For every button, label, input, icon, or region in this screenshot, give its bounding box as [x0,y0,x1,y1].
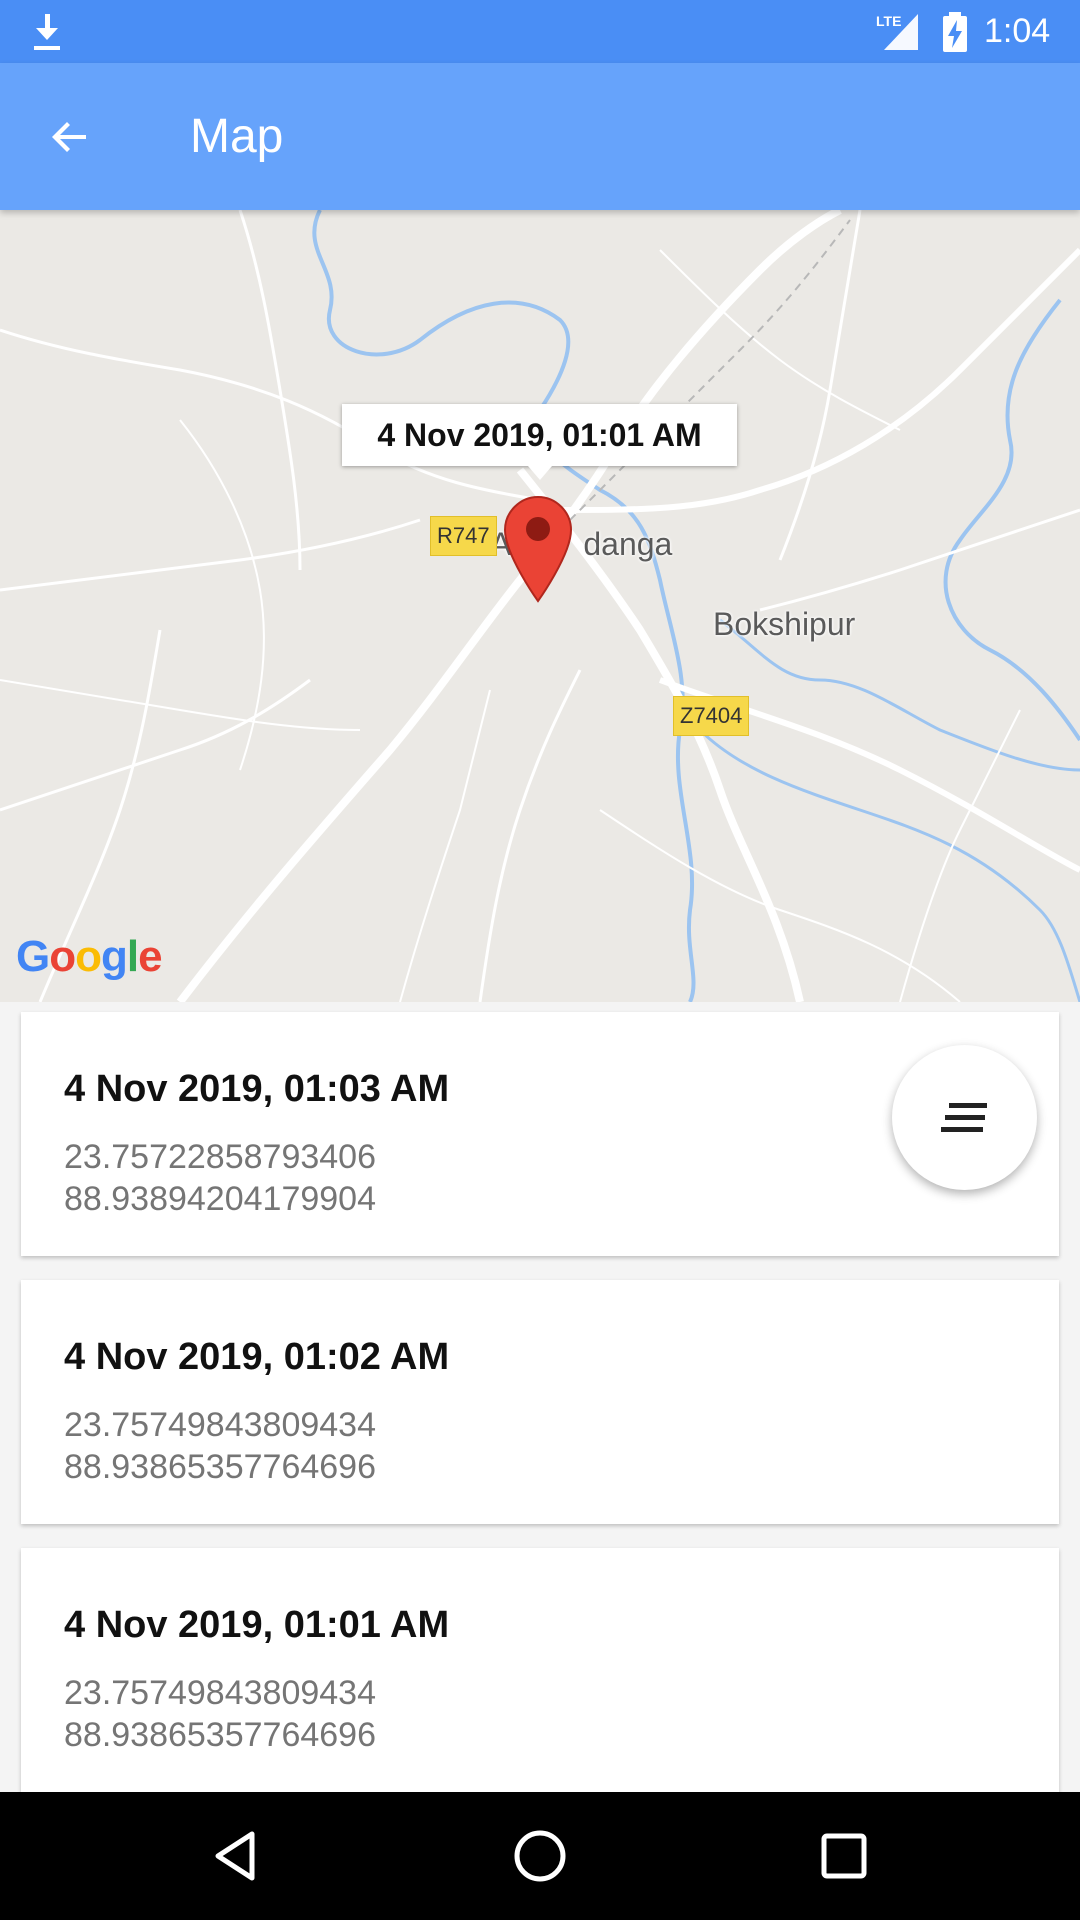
location-longitude: 88.93865357764696 [64,1448,376,1486]
download-icon [34,14,60,50]
location-longitude: 88.93865357764696 [64,1716,376,1754]
lte-signal-icon: LTE [876,13,918,50]
location-latitude: 23.75722858793406 [64,1138,376,1176]
road-label-z7404: Z7404 [673,696,750,736]
system-nav-bar [0,1792,1080,1920]
recents-square-icon[interactable] [814,1826,874,1886]
location-card[interactable]: 4 Nov 2019, 01:02 AM 23.75749843809434 8… [21,1280,1059,1524]
status-bar: LTE 1:04 [0,0,1080,63]
home-circle-icon[interactable] [510,1826,570,1886]
location-longitude: 88.93894204179904 [64,1180,376,1218]
google-logo: Google [16,932,163,981]
map-tiles [0,210,1080,1002]
arrow-left-icon [52,122,86,152]
map-pin-icon[interactable] [503,495,573,603]
back-button[interactable] [34,101,106,173]
location-time: 4 Nov 2019, 01:03 AM [64,1068,450,1110]
info-window-tail [528,466,552,480]
marker-info-window[interactable]: 4 Nov 2019, 01:01 AM [342,404,737,480]
page-title: Map [190,110,284,163]
location-card[interactable]: 4 Nov 2019, 01:01 AM 23.75749843809434 8… [21,1548,1059,1792]
battery-charging-icon [943,12,967,52]
location-time: 4 Nov 2019, 01:02 AM [64,1336,450,1378]
location-latitude: 23.75749843809434 [64,1674,376,1712]
status-clock: 1:04 [984,12,1051,50]
place-label-bokshipur: Bokshipur [713,606,856,642]
map-view[interactable]: Adanga Bokshipur R747 Z7404 4 Nov 2019, … [0,210,1080,1002]
location-time: 4 Nov 2019, 01:01 AM [64,1604,450,1646]
svg-text:LTE: LTE [876,13,901,29]
back-triangle-icon[interactable] [206,1826,266,1886]
road-label-r747: R747 [430,516,497,556]
location-latitude: 23.75749843809434 [64,1406,376,1444]
sort-lines-icon [940,1102,987,1132]
app-bar: Map [0,63,1080,210]
sort-fab-button[interactable] [892,1045,1037,1190]
info-window-text: 4 Nov 2019, 01:01 AM [377,417,702,453]
